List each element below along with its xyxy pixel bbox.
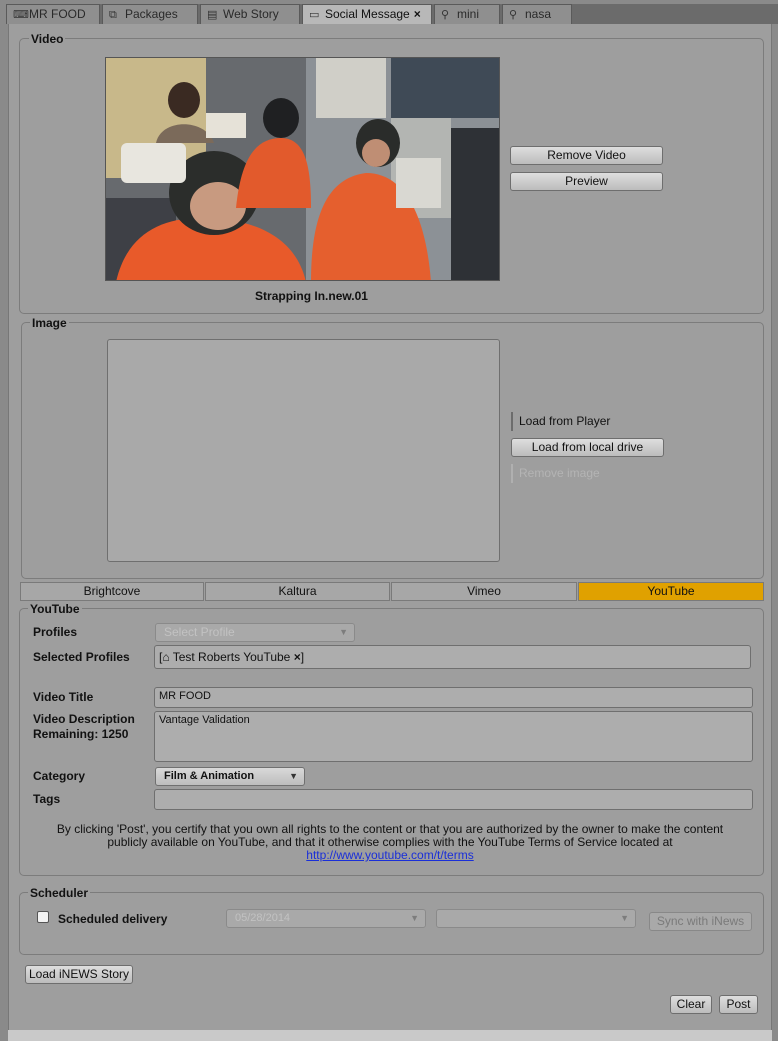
- scheduled-delivery-label: Scheduled delivery: [58, 912, 168, 926]
- image-legend: Image: [30, 316, 69, 330]
- tab-label: Packages: [125, 7, 178, 21]
- tab-label: nasa: [525, 7, 552, 21]
- tab-label: Social Message: [325, 7, 410, 21]
- category-select[interactable]: Film & Animation ▼: [155, 767, 305, 786]
- profiles-label: Profiles: [33, 625, 78, 639]
- profile-chip-label: Test Roberts YouTube: [172, 650, 291, 664]
- packages-icon: ⧉: [109, 9, 117, 21]
- chevron-down-icon: ▼: [289, 771, 298, 781]
- video-title-input[interactable]: MR FOOD: [154, 687, 753, 708]
- tab-bar: ⌨MR FOOD ⧉ Packages ▤ Web Story ▭ Social Me…: [6, 4, 778, 24]
- tab-social-message[interactable]: ▭ Social Message ×: [302, 4, 432, 24]
- category-label: Category: [33, 769, 86, 783]
- preview-button[interactable]: Preview: [510, 172, 663, 191]
- document-icon: ▤: [207, 9, 218, 21]
- video-caption: Strapping In.new.01: [255, 289, 368, 303]
- load-inews-story-button[interactable]: Load iNEWS Story: [25, 965, 133, 984]
- remove-profile-icon[interactable]: ×: [294, 650, 301, 664]
- tab-kaltura[interactable]: Kaltura: [205, 582, 390, 601]
- close-icon[interactable]: ×: [414, 7, 421, 21]
- video-description-textarea[interactable]: Vantage Validation: [154, 711, 753, 762]
- sync-with-inews-button[interactable]: Sync with iNews: [649, 912, 752, 931]
- scheduled-delivery-checkbox[interactable]: [37, 911, 49, 923]
- tab-mini[interactable]: ⚲ mini: [434, 4, 500, 24]
- load-from-player-button[interactable]: Load from Player: [511, 412, 641, 431]
- tab-brightcove[interactable]: Brightcove: [20, 582, 204, 601]
- search-icon: ⚲: [441, 9, 450, 21]
- keyboard-icon: ⌨: [13, 9, 29, 21]
- tab-nasa[interactable]: ⚲ nasa: [502, 4, 572, 24]
- scheduler-legend: Scheduler: [28, 886, 91, 900]
- time-select[interactable]: ▼: [436, 909, 636, 928]
- category-select-value: Film & Animation: [164, 770, 255, 782]
- video-description-label: Video Description: [33, 712, 135, 726]
- clear-button[interactable]: Clear: [670, 995, 712, 1014]
- chevron-down-icon: ▼: [410, 913, 419, 923]
- tab-packages[interactable]: ⧉ Packages: [102, 4, 198, 24]
- remove-video-button[interactable]: Remove Video: [510, 146, 663, 165]
- profile-chip: [⌂ Test Roberts YouTube ×]: [159, 650, 305, 664]
- tab-mr-food[interactable]: ⌨MR FOOD: [6, 4, 100, 24]
- search-icon: ⚲: [509, 9, 518, 21]
- terms-notice: By clicking 'Post', you certify that you…: [40, 823, 740, 862]
- chevron-down-icon: ▼: [339, 627, 348, 637]
- date-select-value: 05/28/2014: [235, 912, 291, 924]
- image-drop-area[interactable]: [107, 339, 500, 562]
- tab-youtube[interactable]: YouTube: [578, 582, 764, 601]
- bottom-scrollbar-strip[interactable]: [8, 1030, 772, 1041]
- tab-label: Web Story: [223, 7, 279, 21]
- profiles-select-value: Select Profile: [164, 625, 235, 639]
- tab-label: mini: [457, 7, 480, 21]
- video-title-label: Video Title: [33, 690, 94, 704]
- selected-profiles-label: Selected Profiles: [33, 650, 130, 664]
- video-thumbnail-image: [106, 58, 499, 280]
- video-legend: Video: [29, 32, 66, 46]
- post-button[interactable]: Post: [719, 995, 758, 1014]
- terms-text: By clicking 'Post', you certify that you…: [56, 822, 724, 849]
- remaining-count: Remaining: 1250: [33, 727, 129, 741]
- selected-profiles-field[interactable]: [⌂ Test Roberts YouTube ×]: [154, 645, 751, 669]
- chevron-down-icon: ▼: [620, 913, 629, 923]
- date-select[interactable]: 05/28/2014 ▼: [226, 909, 426, 928]
- video-thumbnail[interactable]: [105, 57, 500, 281]
- terms-link[interactable]: http://www.youtube.com/t/terms: [306, 848, 473, 862]
- tags-label: Tags: [33, 792, 61, 806]
- tab-web-story[interactable]: ▤ Web Story: [200, 4, 300, 24]
- remove-image-button[interactable]: Remove image: [511, 464, 641, 483]
- profiles-select[interactable]: Select Profile ▼: [155, 623, 355, 642]
- load-from-local-drive-button[interactable]: Load from local drive: [511, 438, 664, 457]
- tags-input[interactable]: [154, 789, 753, 810]
- message-icon: ▭: [309, 9, 320, 21]
- home-icon: ⌂: [162, 650, 170, 664]
- tab-vimeo[interactable]: Vimeo: [391, 582, 577, 601]
- tab-label: MR FOOD: [29, 7, 86, 21]
- youtube-legend: YouTube: [28, 602, 82, 616]
